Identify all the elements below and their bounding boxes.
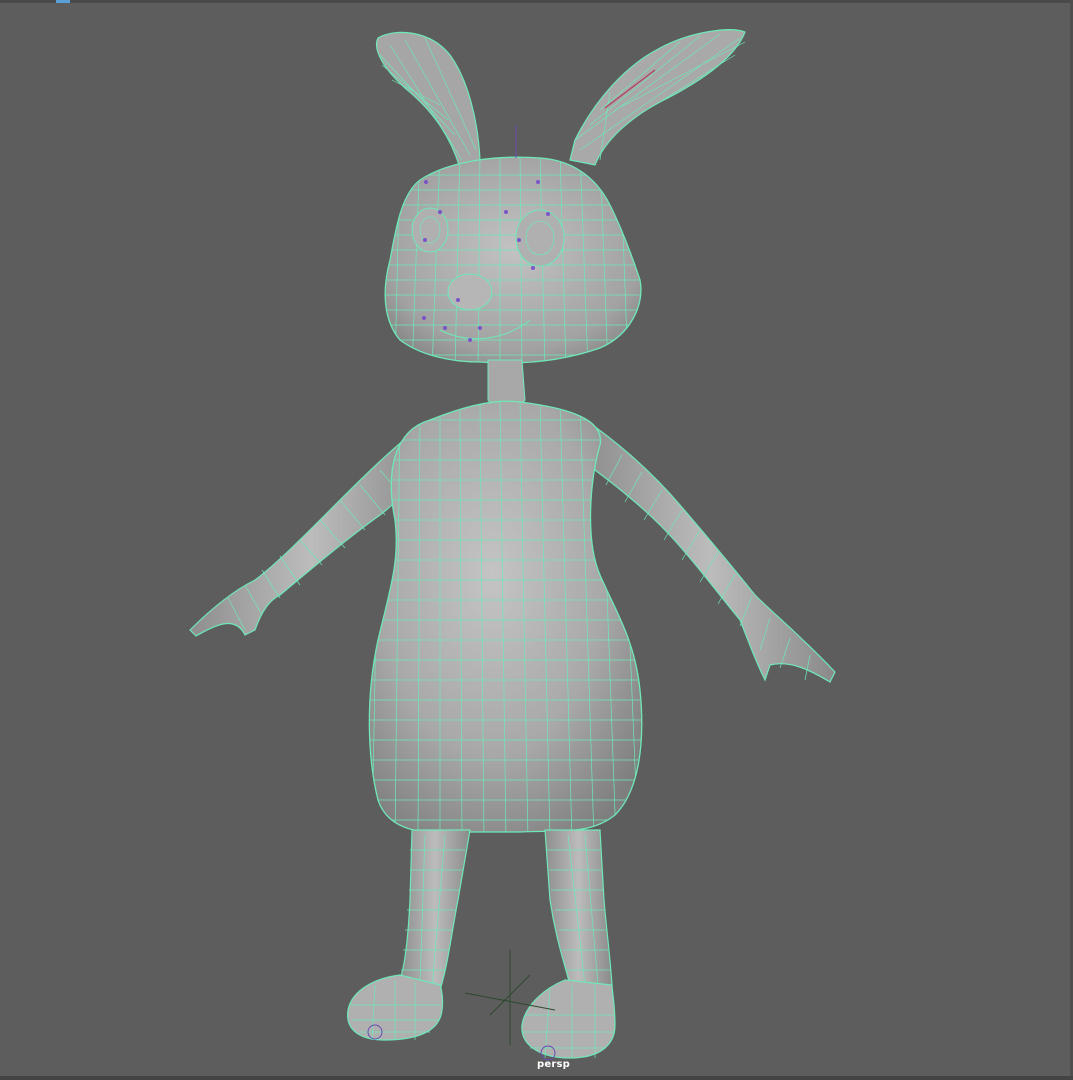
right-ear <box>569 29 746 166</box>
rabbit-model[interactable] <box>0 0 1073 1080</box>
left-leg <box>347 829 471 1041</box>
left-ear <box>376 31 481 169</box>
camera-name-label: persp <box>537 1059 570 1070</box>
maya-viewport[interactable]: persp <box>0 0 1073 1080</box>
right-leg <box>521 829 616 1061</box>
neck <box>487 359 526 405</box>
head <box>384 125 642 364</box>
